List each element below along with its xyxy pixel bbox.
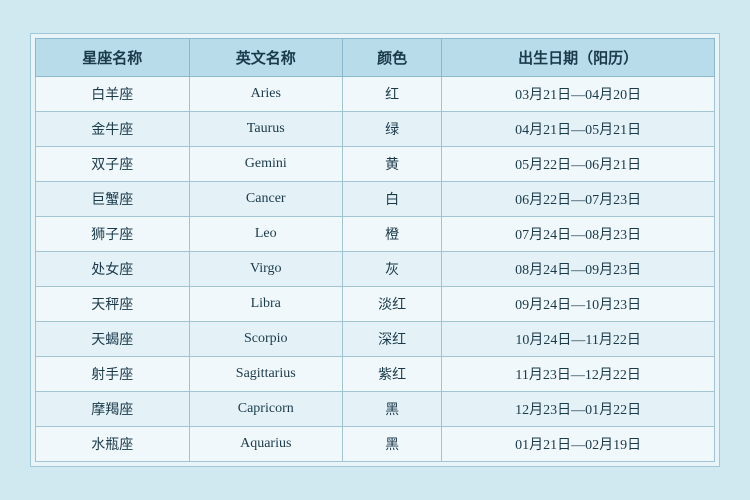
cell-english-name: Capricorn bbox=[189, 392, 343, 427]
cell-chinese-name: 白羊座 bbox=[36, 77, 190, 112]
cell-dates: 10月24日—11月22日 bbox=[442, 322, 715, 357]
cell-english-name: Sagittarius bbox=[189, 357, 343, 392]
table-row: 狮子座Leo橙07月24日—08月23日 bbox=[36, 217, 715, 252]
header-chinese-name: 星座名称 bbox=[36, 39, 190, 77]
cell-english-name: Virgo bbox=[189, 252, 343, 287]
cell-color: 红 bbox=[343, 77, 442, 112]
cell-color: 黑 bbox=[343, 392, 442, 427]
cell-color: 黄 bbox=[343, 147, 442, 182]
header-dates: 出生日期（阳历） bbox=[442, 39, 715, 77]
cell-color: 淡红 bbox=[343, 287, 442, 322]
cell-dates: 04月21日—05月21日 bbox=[442, 112, 715, 147]
cell-english-name: Taurus bbox=[189, 112, 343, 147]
table-row: 金牛座Taurus绿04月21日—05月21日 bbox=[36, 112, 715, 147]
cell-chinese-name: 巨蟹座 bbox=[36, 182, 190, 217]
table-body: 白羊座Aries红03月21日—04月20日金牛座Taurus绿04月21日—0… bbox=[36, 77, 715, 462]
zodiac-table-container: 星座名称 英文名称 颜色 出生日期（阳历） 白羊座Aries红03月21日—04… bbox=[30, 33, 720, 467]
table-row: 天秤座Libra淡红09月24日—10月23日 bbox=[36, 287, 715, 322]
cell-english-name: Gemini bbox=[189, 147, 343, 182]
cell-dates: 01月21日—02月19日 bbox=[442, 427, 715, 462]
table-row: 射手座Sagittarius紫红11月23日—12月22日 bbox=[36, 357, 715, 392]
cell-dates: 03月21日—04月20日 bbox=[442, 77, 715, 112]
cell-english-name: Aquarius bbox=[189, 427, 343, 462]
cell-english-name: Leo bbox=[189, 217, 343, 252]
table-row: 巨蟹座Cancer白06月22日—07月23日 bbox=[36, 182, 715, 217]
cell-english-name: Libra bbox=[189, 287, 343, 322]
cell-dates: 05月22日—06月21日 bbox=[442, 147, 715, 182]
cell-chinese-name: 天蝎座 bbox=[36, 322, 190, 357]
cell-color: 黑 bbox=[343, 427, 442, 462]
cell-dates: 12月23日—01月22日 bbox=[442, 392, 715, 427]
cell-color: 紫红 bbox=[343, 357, 442, 392]
cell-color: 橙 bbox=[343, 217, 442, 252]
cell-color: 灰 bbox=[343, 252, 442, 287]
cell-chinese-name: 狮子座 bbox=[36, 217, 190, 252]
cell-chinese-name: 双子座 bbox=[36, 147, 190, 182]
cell-chinese-name: 水瓶座 bbox=[36, 427, 190, 462]
cell-english-name: Aries bbox=[189, 77, 343, 112]
header-color: 颜色 bbox=[343, 39, 442, 77]
cell-chinese-name: 天秤座 bbox=[36, 287, 190, 322]
table-row: 白羊座Aries红03月21日—04月20日 bbox=[36, 77, 715, 112]
cell-chinese-name: 射手座 bbox=[36, 357, 190, 392]
table-row: 处女座Virgo灰08月24日—09月23日 bbox=[36, 252, 715, 287]
header-english-name: 英文名称 bbox=[189, 39, 343, 77]
cell-english-name: Scorpio bbox=[189, 322, 343, 357]
cell-dates: 09月24日—10月23日 bbox=[442, 287, 715, 322]
table-header-row: 星座名称 英文名称 颜色 出生日期（阳历） bbox=[36, 39, 715, 77]
table-row: 天蝎座Scorpio深红10月24日—11月22日 bbox=[36, 322, 715, 357]
cell-dates: 07月24日—08月23日 bbox=[442, 217, 715, 252]
cell-chinese-name: 摩羯座 bbox=[36, 392, 190, 427]
table-row: 水瓶座Aquarius黑01月21日—02月19日 bbox=[36, 427, 715, 462]
cell-color: 绿 bbox=[343, 112, 442, 147]
zodiac-table: 星座名称 英文名称 颜色 出生日期（阳历） 白羊座Aries红03月21日—04… bbox=[35, 38, 715, 462]
cell-dates: 06月22日—07月23日 bbox=[442, 182, 715, 217]
cell-dates: 08月24日—09月23日 bbox=[442, 252, 715, 287]
cell-english-name: Cancer bbox=[189, 182, 343, 217]
cell-chinese-name: 处女座 bbox=[36, 252, 190, 287]
cell-color: 白 bbox=[343, 182, 442, 217]
cell-color: 深红 bbox=[343, 322, 442, 357]
cell-dates: 11月23日—12月22日 bbox=[442, 357, 715, 392]
table-row: 双子座Gemini黄05月22日—06月21日 bbox=[36, 147, 715, 182]
table-row: 摩羯座Capricorn黑12月23日—01月22日 bbox=[36, 392, 715, 427]
cell-chinese-name: 金牛座 bbox=[36, 112, 190, 147]
